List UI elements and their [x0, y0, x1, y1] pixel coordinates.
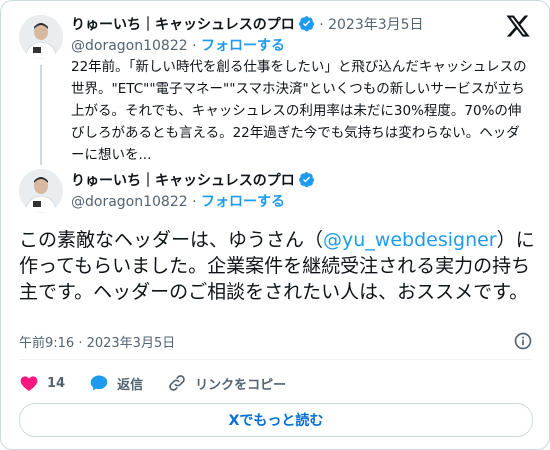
like-count: 14: [47, 375, 66, 391]
quoted-header: りゅーいち｜キャッシュレスのプロ · 2023年3月5日: [71, 16, 424, 33]
reply-label: 返信: [117, 377, 144, 393]
info-icon[interactable]: [513, 331, 533, 351]
reply-button[interactable]: 返信: [89, 373, 143, 393]
verified-badge-icon: [298, 172, 314, 188]
copy-link-label: リンクをコピー: [195, 377, 287, 393]
follow-button[interactable]: フォローする: [201, 38, 285, 54]
tweet-embed-card: りゅーいち｜キャッシュレスのプロ · 2023年3月5日 @doragon108…: [0, 0, 550, 450]
follow-button[interactable]: フォローする: [201, 194, 285, 210]
main-header: りゅーいち｜キャッシュレスのプロ: [71, 171, 315, 190]
verified-badge-icon: [298, 16, 314, 32]
avatar[interactable]: [19, 15, 63, 59]
author-name[interactable]: りゅーいち｜キャッシュレスのプロ: [71, 173, 295, 189]
x-logo-icon[interactable]: [505, 13, 531, 39]
quoted-tweet-text: 22年前。「新しい時代を創る仕事をしたい」と飛び込んだキャッシュレスの世界。"E…: [71, 59, 527, 163]
tweet-text-part: この素敵なヘッダーは、ゆうさん（: [19, 229, 324, 251]
avatar[interactable]: [19, 169, 63, 213]
link-icon: [169, 375, 185, 391]
author-handle[interactable]: @doragon10822: [71, 194, 188, 210]
thread-line: [40, 65, 42, 165]
reply-bubble-icon: [90, 375, 108, 391]
author-handle[interactable]: @doragon10822: [71, 38, 188, 54]
main-subheader: @doragon10822 · フォローする: [71, 194, 286, 210]
action-bar: 14 返信 リンクをコピー: [19, 371, 310, 395]
like-button[interactable]: 14: [19, 373, 65, 393]
mention-link[interactable]: @yu_webdesigner: [323, 229, 497, 251]
copy-link-button[interactable]: リンクをコピー: [167, 373, 286, 393]
read-more-button[interactable]: Xでもっと読む: [19, 403, 533, 437]
divider: [19, 359, 531, 360]
quoted-subheader: @doragon10822 · フォローする: [71, 38, 286, 54]
tweet-time[interactable]: 午前9:16 · 2023年3月5日: [19, 332, 175, 351]
heart-icon: [20, 376, 38, 391]
author-name[interactable]: りゅーいち｜キャッシュレスのプロ: [71, 17, 295, 33]
tweet-text: この素敵なヘッダーは、ゆうさん（@yu_webdesigner）に作ってもらいま…: [19, 227, 539, 305]
tweet-timestamp[interactable]: 2023年3月5日: [328, 17, 423, 33]
